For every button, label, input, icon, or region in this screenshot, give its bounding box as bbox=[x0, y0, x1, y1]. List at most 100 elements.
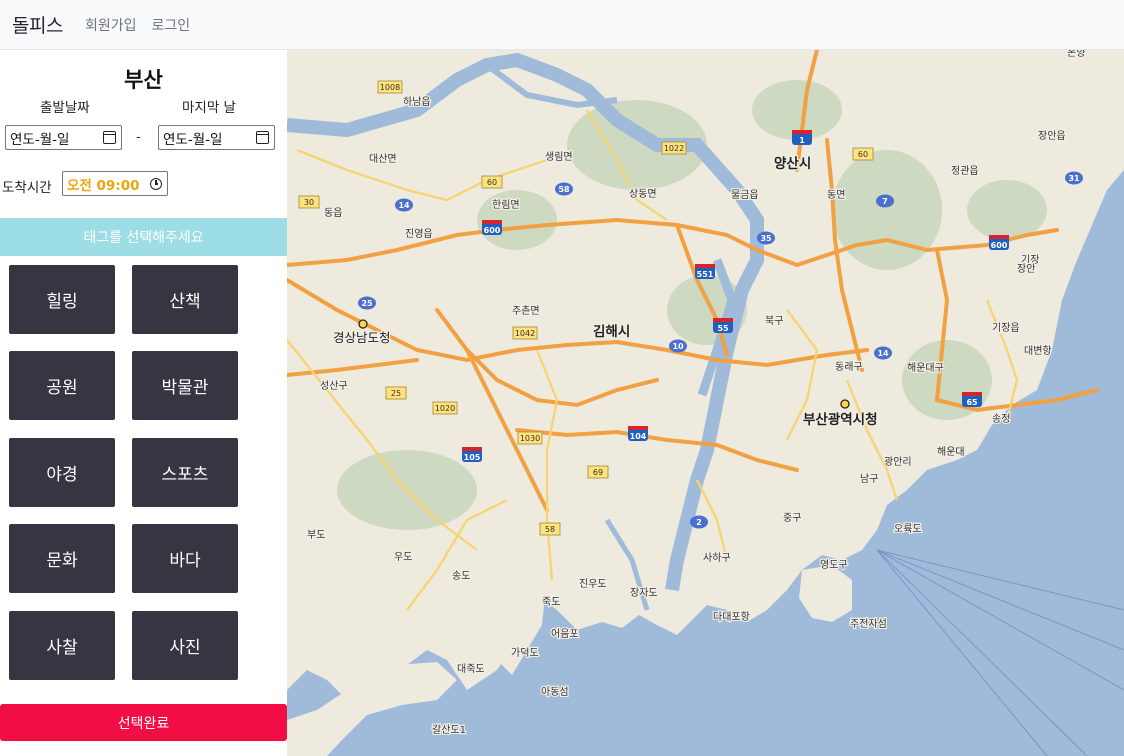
tag-button-walk[interactable]: 산책 bbox=[132, 265, 238, 334]
svg-text:영도구: 영도구 bbox=[820, 559, 848, 571]
svg-text:대변항: 대변항 bbox=[1024, 345, 1052, 357]
brand-logo[interactable]: 돌피스 bbox=[12, 11, 63, 38]
tag-button-night-view[interactable]: 야경 bbox=[9, 438, 115, 507]
svg-text:해운대: 해운대 bbox=[937, 445, 965, 458]
tag-button-photo[interactable]: 사진 bbox=[132, 611, 238, 680]
svg-text:58: 58 bbox=[545, 525, 555, 534]
svg-text:주촌면: 주촌면 bbox=[512, 305, 540, 317]
svg-text:진우도: 진우도 bbox=[579, 578, 607, 590]
tag-prompt-header: 태그를 선택해주세요 bbox=[0, 218, 287, 256]
tag-button-culture[interactable]: 문화 bbox=[9, 524, 115, 593]
svg-text:해운대구: 해운대구 bbox=[907, 361, 944, 374]
svg-text:55: 55 bbox=[717, 324, 729, 333]
trip-settings-sidebar: 부산 출발날짜 마지막 날 연도-월-일 - 연도-월-일 도착시간 오전 09… bbox=[0, 50, 287, 756]
svg-text:우도: 우도 bbox=[394, 551, 412, 563]
svg-text:65: 65 bbox=[966, 398, 978, 407]
tag-button-sports[interactable]: 스포츠 bbox=[132, 438, 238, 507]
arrival-time-input[interactable]: 오전 09:00 bbox=[62, 171, 168, 196]
svg-text:대죽도: 대죽도 bbox=[457, 663, 485, 675]
svg-text:동읍: 동읍 bbox=[324, 207, 342, 219]
end-date-input[interactable]: 연도-월-일 bbox=[158, 125, 275, 150]
svg-text:송정: 송정 bbox=[992, 413, 1010, 425]
svg-text:600: 600 bbox=[484, 226, 501, 235]
tag-button-sea[interactable]: 바다 bbox=[132, 524, 238, 593]
svg-text:기장읍: 기장읍 bbox=[992, 322, 1020, 334]
svg-text:30: 30 bbox=[304, 198, 314, 207]
svg-text:1: 1 bbox=[799, 136, 805, 145]
date-separator: - bbox=[136, 130, 141, 145]
svg-text:다대포항: 다대포항 bbox=[713, 611, 750, 623]
svg-text:60: 60 bbox=[858, 150, 868, 159]
svg-text:부도: 부도 bbox=[307, 530, 325, 541]
svg-text:14: 14 bbox=[877, 349, 889, 358]
svg-text:1030: 1030 bbox=[520, 434, 540, 443]
svg-text:69: 69 bbox=[593, 468, 603, 477]
svg-text:성산구: 성산구 bbox=[320, 380, 348, 392]
svg-text:105: 105 bbox=[464, 453, 481, 462]
submit-selection-button[interactable]: 선택완료 bbox=[0, 704, 287, 741]
svg-text:남구: 남구 bbox=[860, 473, 878, 485]
svg-text:갈산도1: 갈산도1 bbox=[432, 723, 466, 736]
svg-text:35: 35 bbox=[760, 234, 772, 243]
svg-text:7: 7 bbox=[882, 197, 888, 206]
map-label-yangsan: 양산시 bbox=[774, 155, 811, 172]
calendar-icon[interactable] bbox=[256, 131, 269, 144]
tag-button-healing[interactable]: 힐링 bbox=[9, 265, 115, 334]
svg-text:중구: 중구 bbox=[783, 512, 801, 524]
svg-text:1008: 1008 bbox=[380, 83, 400, 92]
nav-link-signup[interactable]: 회원가입 bbox=[85, 15, 137, 35]
svg-text:북구: 북구 bbox=[765, 315, 783, 327]
clock-icon[interactable] bbox=[150, 177, 162, 190]
svg-text:광안리: 광안리 bbox=[884, 456, 912, 468]
svg-text:온양: 온양 bbox=[1067, 50, 1085, 59]
end-date-label: 마지막 날 bbox=[182, 100, 236, 116]
svg-text:장안읍: 장안읍 bbox=[1038, 130, 1066, 142]
svg-text:25: 25 bbox=[391, 389, 401, 398]
map-canvas[interactable]: 1 600 600 551 55 104 105 65 14 58 25 10 … bbox=[287, 50, 1124, 756]
svg-text:25: 25 bbox=[361, 299, 373, 308]
busan-map[interactable]: 1 600 600 551 55 104 105 65 14 58 25 10 … bbox=[287, 50, 1124, 756]
svg-text:한림면: 한림면 bbox=[492, 199, 520, 211]
svg-text:가덕도: 가덕도 bbox=[511, 647, 539, 659]
tag-button-park[interactable]: 공원 bbox=[9, 351, 115, 420]
svg-text:사하구: 사하구 bbox=[703, 551, 731, 564]
svg-text:정관읍: 정관읍 bbox=[951, 165, 979, 177]
svg-text:10: 10 bbox=[672, 342, 684, 351]
svg-text:60: 60 bbox=[487, 178, 497, 187]
start-date-label: 출발날짜 bbox=[40, 100, 90, 116]
svg-text:2: 2 bbox=[696, 518, 702, 527]
svg-text:14: 14 bbox=[398, 201, 410, 210]
svg-text:장자도: 장자도 bbox=[630, 587, 658, 599]
svg-text:동래구: 동래구 bbox=[835, 361, 863, 373]
svg-text:장안: 장안 bbox=[1017, 263, 1035, 275]
svg-text:31: 31 bbox=[1068, 174, 1080, 183]
svg-text:대산면: 대산면 bbox=[369, 153, 397, 165]
svg-text:어음포: 어음포 bbox=[551, 628, 579, 640]
calendar-icon[interactable] bbox=[103, 131, 116, 144]
top-navbar: 돌피스 회원가입 로그인 bbox=[0, 0, 1124, 50]
svg-text:58: 58 bbox=[558, 185, 570, 194]
svg-text:551: 551 bbox=[697, 270, 714, 279]
tag-button-temple[interactable]: 사찰 bbox=[9, 611, 115, 680]
map-label-busan-city-hall: 부산광역시청 bbox=[803, 411, 878, 428]
end-date-value: 연도-월-일 bbox=[163, 131, 223, 148]
nav-link-login[interactable]: 로그인 bbox=[151, 15, 190, 35]
svg-text:동면: 동면 bbox=[827, 189, 845, 201]
svg-text:아동섬: 아동섬 bbox=[541, 686, 569, 698]
city-title: 부산 bbox=[124, 68, 163, 92]
svg-text:1022: 1022 bbox=[664, 144, 684, 153]
svg-text:상동면: 상동면 bbox=[629, 188, 657, 200]
map-label-gyeongnam: 경상남도청 bbox=[333, 330, 391, 345]
svg-text:104: 104 bbox=[630, 432, 647, 441]
svg-text:죽도: 죽도 bbox=[542, 596, 560, 608]
tag-button-museum[interactable]: 박물관 bbox=[132, 351, 238, 420]
svg-text:오륙도: 오륙도 bbox=[894, 523, 922, 535]
svg-text:주전자섬: 주전자섬 bbox=[850, 618, 887, 630]
svg-text:생림면: 생림면 bbox=[545, 151, 573, 163]
svg-text:송도: 송도 bbox=[452, 570, 470, 582]
svg-text:600: 600 bbox=[991, 241, 1008, 250]
start-date-input[interactable]: 연도-월-일 bbox=[5, 125, 122, 150]
svg-text:진영읍: 진영읍 bbox=[405, 228, 433, 240]
svg-text:물금읍: 물금읍 bbox=[731, 189, 759, 201]
svg-text:하남읍: 하남읍 bbox=[403, 95, 431, 108]
